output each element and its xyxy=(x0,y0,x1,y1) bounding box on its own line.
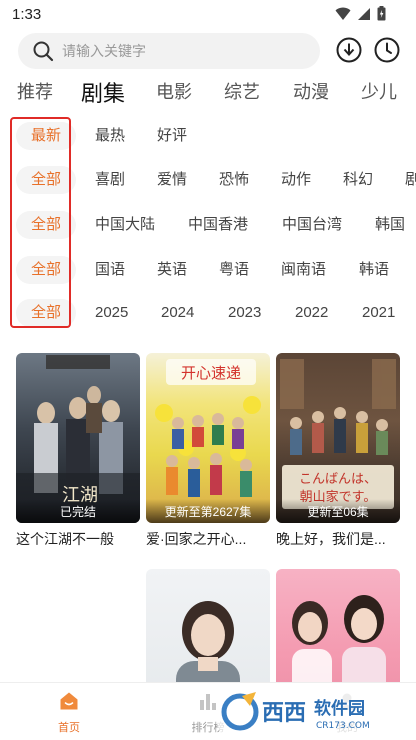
poster-status-caption: 已完结 xyxy=(16,499,140,523)
filter-option[interactable]: 好评 xyxy=(157,122,187,150)
card-title: 爱·回家之开心... xyxy=(146,531,247,547)
search-icon xyxy=(33,41,54,62)
poster-status-caption: 更新至第2627集 xyxy=(146,499,270,523)
card-title: 这个江湖不一般 xyxy=(16,531,114,547)
home-icon xyxy=(60,692,78,710)
svg-text:开心速递: 开心速递 xyxy=(181,364,241,382)
watermark-graphic: 西西 软件园 CR173.COM xyxy=(218,690,414,734)
filter-option[interactable]: 闽南语 xyxy=(281,256,326,284)
filter-option[interactable]: 动作 xyxy=(281,166,311,194)
filter-option[interactable]: 爱情 xyxy=(157,166,187,194)
watermark-logo: 西西 软件园 CR173.COM xyxy=(218,688,414,736)
filter-option[interactable]: 剧 xyxy=(405,166,416,194)
filter-option[interactable]: 2021 xyxy=(362,299,395,327)
filter-option[interactable]: 韩国 xyxy=(375,211,405,239)
poster-status-caption: 更新至06集 xyxy=(276,499,400,523)
filter-option[interactable]: 2025 xyxy=(95,299,128,327)
filter-option[interactable]: 科幻 xyxy=(343,166,373,194)
nav-label: 首页 xyxy=(58,722,80,734)
svg-text:西西: 西西 xyxy=(262,701,306,726)
svg-text:CR173.COM: CR173.COM xyxy=(316,721,370,731)
wifi-icon xyxy=(335,7,351,20)
search-row: 请输入关键字 xyxy=(0,33,416,69)
filter-option[interactable]: 中国香港 xyxy=(188,211,248,239)
poster-figures: こんばんは、 朝山家です。 xyxy=(280,359,396,509)
battery-icon xyxy=(377,6,386,21)
nav-home[interactable]: 首页 xyxy=(34,691,104,735)
svg-text:こんばんは、: こんばんは、 xyxy=(299,472,377,487)
filter-option[interactable]: 粤语 xyxy=(219,256,249,284)
filter-option[interactable]: 中国大陆 xyxy=(95,211,155,239)
filter-option[interactable]: 英语 xyxy=(157,256,187,284)
svg-text:软件园: 软件园 xyxy=(314,698,365,719)
tab-kids[interactable]: 少儿 xyxy=(361,78,397,104)
category-tabs: 推荐 剧集 电影 综艺 动漫 少儿 xyxy=(0,78,416,108)
status-bar: 1:33 xyxy=(0,0,416,30)
tab-movie[interactable]: 电影 xyxy=(156,78,192,104)
tab-variety[interactable]: 综艺 xyxy=(224,78,260,104)
poster-image: 开心速递 更新至第2627集 xyxy=(146,353,270,523)
poster-figures: 开心速递 xyxy=(155,359,261,497)
poster-image: こんばんは、 朝山家です。 更新至06集 xyxy=(276,353,400,523)
status-icons xyxy=(335,6,386,21)
filter-option[interactable]: 2023 xyxy=(228,299,261,327)
tab-anime[interactable]: 动漫 xyxy=(293,78,329,104)
signal-icon xyxy=(358,7,370,20)
highlight-annotation-box xyxy=(10,117,71,328)
download-icon[interactable] xyxy=(336,37,362,63)
filter-option[interactable]: 2022 xyxy=(295,299,328,327)
filter-option[interactable]: 喜剧 xyxy=(95,166,125,194)
ranking-icon xyxy=(200,694,216,710)
filter-option[interactable]: 最热 xyxy=(95,122,125,150)
search-input[interactable]: 请输入关键字 xyxy=(18,33,320,69)
search-placeholder: 请输入关键字 xyxy=(62,43,146,59)
filter-option[interactable]: 恐怖 xyxy=(219,166,249,194)
filter-option[interactable]: 中国台湾 xyxy=(282,211,342,239)
status-time: 1:33 xyxy=(12,6,42,23)
poster-figures: 江湖 xyxy=(16,355,140,523)
history-clock-icon[interactable] xyxy=(374,37,400,63)
filter-option[interactable]: 韩语 xyxy=(359,256,389,284)
tab-recommend[interactable]: 推荐 xyxy=(17,78,53,104)
poster-image: 江湖 已完结 xyxy=(16,353,140,523)
tab-series[interactable]: 剧集 xyxy=(81,78,125,108)
filter-option[interactable]: 国语 xyxy=(95,256,125,284)
card-title: 晚上好，我们是... xyxy=(276,531,386,547)
filter-option[interactable]: 2024 xyxy=(161,299,194,327)
